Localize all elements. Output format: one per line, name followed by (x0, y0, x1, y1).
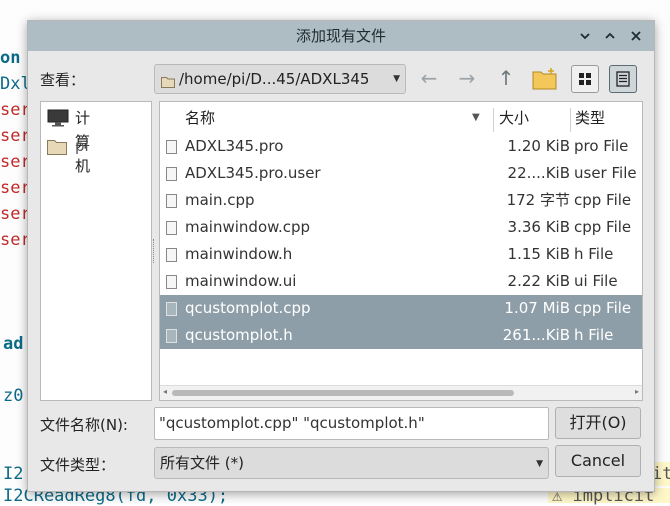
file-icon (166, 248, 177, 262)
file-size: 172 字节 (506, 191, 570, 209)
filename-input[interactable]: "qcustomplot.cpp" "qcustomplot.h" (154, 407, 549, 440)
sort-down-icon: ▼ (472, 112, 480, 123)
file-name: mainwindow.h (185, 245, 293, 263)
open-button[interactable]: 打开(O) (555, 407, 641, 439)
add-existing-files-dialog: 添加现有文件 查看： /home/pi/D...45/ADXL345 ▼ ← →… (27, 20, 655, 492)
file-size: 1.20 KiB (507, 137, 570, 155)
code-fragment: on (0, 48, 21, 68)
file-icon (166, 140, 177, 154)
file-icon (166, 302, 177, 316)
file-icon (166, 194, 177, 208)
close-icon[interactable] (628, 28, 644, 44)
file-type: h File (574, 245, 614, 263)
file-icon (166, 329, 177, 343)
file-name: mainwindow.cpp (185, 218, 311, 236)
file-type: pro File (574, 137, 629, 155)
file-row[interactable]: qcustomplot.h 261...KiB h File (160, 322, 642, 349)
filetype-label: 文件类型： (40, 456, 116, 474)
file-name: qcustomplot.cpp (185, 299, 311, 317)
file-size: 261...KiB (502, 326, 570, 344)
file-name: mainwindow.ui (185, 272, 297, 290)
code-fragment: I2 (3, 464, 24, 484)
forward-arrow-icon[interactable]: → (454, 65, 480, 91)
column-header-type[interactable]: 类型 (575, 105, 605, 131)
column-separator[interactable] (493, 108, 494, 132)
file-type: cpp File (574, 218, 632, 236)
dropdown-arrow-icon: ▼ (536, 459, 543, 469)
code-fragment: z0 (3, 386, 24, 406)
scroll-right-icon[interactable]: ▸ (635, 387, 639, 396)
file-row[interactable]: ADXL345.pro.user 22....KiB user File (160, 160, 642, 187)
file-row[interactable]: mainwindow.h 1.15 KiB h File (160, 241, 642, 268)
dropdown-arrow-icon: ▼ (393, 74, 400, 84)
folder-icon (161, 73, 175, 92)
file-row[interactable]: main.cpp 172 字节 cpp File (160, 187, 642, 214)
places-sidebar: 计算机 pi (40, 101, 152, 401)
look-in-path-text: /home/pi/D...45/ADXL345 (179, 70, 370, 88)
back-arrow-icon[interactable]: ← (416, 65, 442, 91)
file-size: 3.36 KiB (507, 218, 570, 236)
filename-input-value: "qcustomplot.cpp" "qcustomplot.h" (159, 414, 425, 432)
up-arrow-icon[interactable]: ↑ (493, 65, 519, 91)
sidebar-item-label: pi (75, 137, 89, 155)
dialog-titlebar[interactable]: 添加现有文件 (28, 21, 654, 51)
file-size: 22....KiB (507, 164, 570, 182)
file-list: 名称 ▼ 大小 类型 ADXL345.pro 1.20 KiB pro File AD… (159, 101, 643, 401)
filename-label: 文件名称(N): (40, 416, 128, 434)
file-row[interactable]: mainwindow.cpp 3.36 KiB cpp File (160, 214, 642, 241)
file-icon (166, 167, 177, 181)
file-type: ui File (574, 272, 618, 290)
file-row[interactable]: ADXL345.pro 1.20 KiB pro File (160, 133, 642, 160)
look-in-label: 查看： (40, 71, 86, 89)
file-type: user File (574, 164, 637, 182)
file-type: cpp File (574, 299, 632, 317)
look-in-path-combo[interactable]: /home/pi/D...45/ADXL345 ▼ (154, 64, 406, 94)
file-row[interactable]: mainwindow.ui 2.22 KiB ui File (160, 268, 642, 295)
code-fragment: ad (3, 334, 24, 354)
horizontal-scrollbar[interactable]: ◂ ▸ (160, 385, 642, 400)
filetype-combo[interactable]: 所有文件 (*) ▼ (154, 447, 549, 479)
file-name: main.cpp (185, 191, 255, 209)
file-icon (166, 275, 177, 289)
column-header-size[interactable]: 大小 (499, 105, 529, 131)
file-size: 2.22 KiB (507, 272, 570, 290)
file-size: 1.15 KiB (507, 245, 570, 263)
column-separator[interactable] (570, 108, 571, 132)
file-name: ADXL345.pro (185, 137, 284, 155)
column-header-name[interactable]: 名称 (185, 105, 215, 131)
file-icon (166, 221, 177, 235)
scroll-left-icon[interactable]: ◂ (163, 387, 167, 396)
maximize-icon[interactable] (602, 28, 618, 44)
file-name: qcustomplot.h (185, 326, 293, 344)
filetype-value: 所有文件 (*) (160, 454, 244, 472)
cancel-button[interactable]: Cancel (555, 445, 641, 477)
computer-icon (47, 109, 69, 134)
file-row[interactable]: qcustomplot.cpp 1.07 MiB cpp File (160, 295, 642, 322)
splitter-handle[interactable] (153, 239, 156, 263)
scrollbar-thumb[interactable] (172, 390, 514, 396)
detail-view-button[interactable] (609, 65, 637, 93)
file-name: ADXL345.pro.user (185, 164, 321, 182)
icon-view-button[interactable] (571, 65, 599, 93)
minimize-icon[interactable] (577, 28, 593, 44)
file-type: cpp File (574, 191, 632, 209)
file-size: 1.07 MiB (504, 299, 570, 317)
folder-icon (47, 138, 67, 162)
dialog-title: 添加现有文件 (295, 27, 386, 45)
file-type: h File (574, 326, 614, 344)
new-folder-icon[interactable] (532, 67, 558, 95)
